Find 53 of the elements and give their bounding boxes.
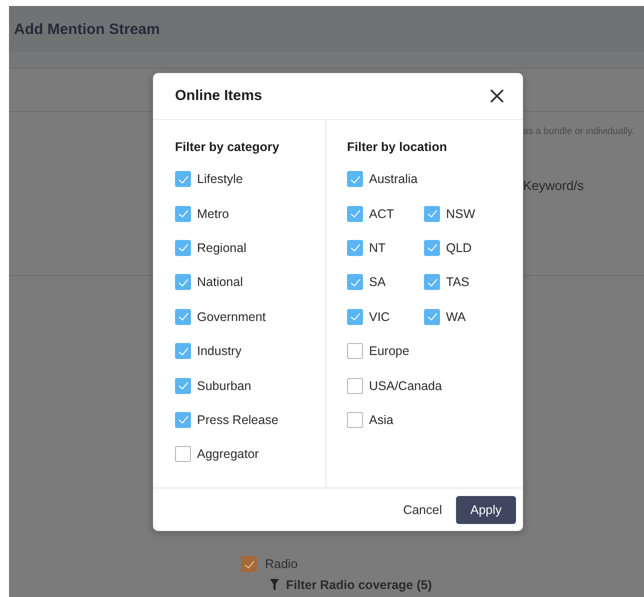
checkbox[interactable] — [424, 274, 440, 290]
checkbox[interactable] — [347, 171, 363, 188]
checkbox[interactable] — [347, 412, 363, 428]
checkbox[interactable] — [347, 274, 363, 290]
checkbox[interactable] — [347, 378, 363, 394]
checkbox-label: Radio — [265, 557, 298, 571]
checkbox-label: ACT — [369, 206, 394, 221]
dialog-title: Online Items — [175, 88, 262, 104]
checkbox-label: Press Release — [197, 412, 278, 427]
checkbox-label: VIC — [369, 310, 390, 324]
checkbox[interactable] — [424, 240, 440, 256]
checkbox-label: Lifestyle — [197, 172, 243, 186]
checkbox-label: WA — [446, 310, 466, 324]
checkbox[interactable] — [424, 206, 440, 222]
checkbox[interactable] — [175, 378, 191, 394]
checkbox-label: Metro — [197, 206, 229, 221]
checkbox[interactable] — [424, 308, 440, 325]
checkbox[interactable] — [175, 308, 191, 325]
checkbox-label: Asia — [369, 412, 394, 427]
checkbox-label: USA/Canada — [369, 378, 442, 393]
close-icon[interactable] — [490, 89, 504, 103]
funnel-icon — [270, 579, 279, 591]
checkbox[interactable] — [175, 240, 191, 256]
section-heading: Filter by category — [175, 140, 280, 156]
checkbox-label: Government — [197, 310, 266, 324]
checkbox[interactable] — [347, 206, 363, 222]
checkbox[interactable] — [347, 240, 363, 256]
cancel-button[interactable]: Cancel — [403, 503, 442, 517]
checkbox-label: Regional — [197, 240, 246, 255]
checkbox-label: Europe — [369, 344, 410, 358]
checkbox-label: Suburban — [197, 378, 252, 393]
section-heading: Filter by location — [347, 140, 448, 156]
checkbox-label: Aggregator — [197, 447, 259, 462]
checkbox[interactable] — [347, 308, 363, 325]
checkbox[interactable] — [175, 446, 191, 462]
checkbox-label: Australia — [369, 172, 418, 186]
keyword-label: Keyword/s — [523, 178, 585, 193]
page-title: Add Mention Stream — [14, 20, 160, 38]
checkbox-label: National — [197, 275, 243, 290]
apply-button[interactable]: Apply — [456, 496, 516, 524]
checkbox-label: NT — [369, 240, 386, 255]
checkbox-label: Industry — [197, 344, 242, 358]
checkbox[interactable] — [241, 556, 257, 572]
checkbox[interactable] — [175, 171, 191, 188]
checkbox[interactable] — [175, 343, 191, 360]
checkbox[interactable] — [175, 274, 191, 290]
checkbox-label: QLD — [446, 240, 472, 255]
checkbox[interactable] — [175, 412, 191, 428]
checkbox-label: TAS — [446, 275, 470, 290]
checkbox[interactable] — [175, 206, 191, 222]
checkbox-label: SA — [369, 275, 386, 290]
checkbox-label: NSW — [446, 206, 476, 221]
checkbox[interactable] — [347, 343, 363, 360]
